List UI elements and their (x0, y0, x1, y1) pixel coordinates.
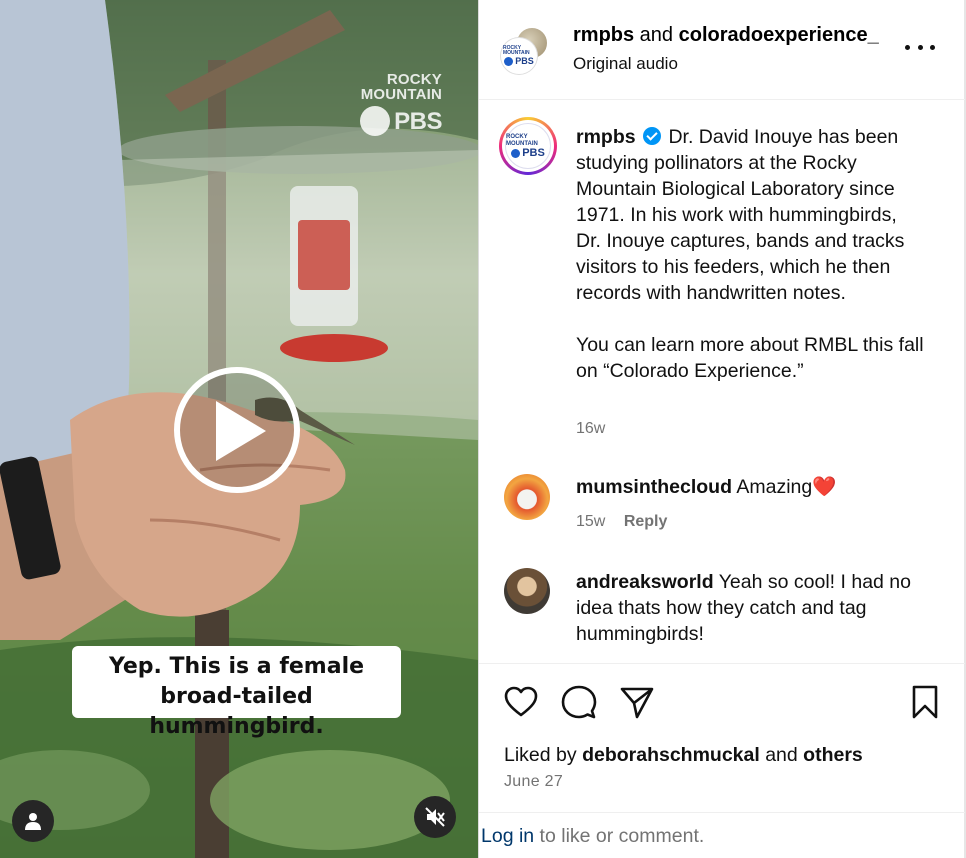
caption-line1: Yep. This is a female (108, 654, 365, 679)
likes-others-link[interactable]: others (803, 744, 863, 766)
comment-avatar[interactable] (504, 568, 550, 614)
mute-toggle-button[interactable] (414, 796, 456, 838)
more-options-button[interactable] (905, 34, 935, 60)
comment-bubble-icon (561, 685, 597, 719)
bookmark-icon (912, 685, 938, 719)
watermark-brand: PBS (394, 107, 442, 135)
save-button[interactable] (907, 684, 943, 720)
speaker-muted-icon (425, 807, 445, 827)
post-timestamp[interactable]: 16w (576, 420, 605, 438)
original-audio-link[interactable]: Original audio (573, 54, 678, 74)
divider (479, 663, 965, 664)
avatar-text-top: ROCKY MOUNTAIN (503, 45, 530, 56)
heart-emoji: ❤️ (812, 476, 837, 498)
comment-button[interactable] (561, 684, 597, 720)
likes-middle: and (759, 744, 804, 766)
video-player[interactable]: ROCKY MOUNTAIN PBS Yep. This is a female… (0, 0, 478, 858)
header-account1-link[interactable]: rmpbs (573, 24, 634, 46)
caption-paragraph1: Dr. David Inouye has been studying polli… (576, 126, 905, 304)
liker-username-link[interactable]: deborahschmuckal (582, 744, 760, 766)
comment-item: andreaksworld Yeah so cool! I had no ide… (576, 569, 936, 647)
avatar-text-top: ROCKY MOUNTAIN (506, 134, 538, 147)
post-caption: rmpbs Dr. David Inouye has been studying… (576, 124, 926, 384)
comment-username-link[interactable]: mumsinthecloud (576, 476, 732, 498)
verified-badge-icon (643, 127, 662, 145)
likes-summary: Liked by deborahschmuckal and others (504, 744, 863, 767)
play-button[interactable] (174, 367, 300, 493)
comment-avatar[interactable] (504, 474, 550, 520)
like-button[interactable] (503, 684, 539, 720)
watermark-line2: MOUNTAIN (360, 86, 442, 103)
more-dot (930, 44, 935, 50)
post-date[interactable]: June 27 (504, 773, 563, 791)
comment-timestamp[interactable]: 15w (576, 513, 605, 530)
avatar-text-brand: PBS (515, 56, 534, 66)
likes-prefix: Liked by (504, 744, 583, 766)
caption-username-link[interactable]: rmpbs (576, 126, 636, 148)
pbs-watermark: ROCKY MOUNTAIN PBS (360, 72, 442, 136)
video-caption: Yep. This is a female broad-tailed hummi… (72, 646, 401, 739)
share-button[interactable] (619, 684, 655, 720)
comment-item: mumsinthecloud Amazing❤️ (576, 474, 936, 500)
login-rest: to like or comment. (534, 825, 705, 847)
more-dot (917, 44, 923, 50)
caption-line2: broad-tailed hummingbird. (149, 684, 324, 739)
user-tag-icon (25, 813, 41, 830)
paper-plane-icon (620, 687, 654, 719)
comment-text: Amazing (736, 476, 813, 498)
tagged-users-button[interactable] (12, 800, 54, 842)
login-prompt: Log in to like or comment. (481, 825, 704, 848)
reply-button[interactable]: Reply (624, 513, 668, 530)
heart-icon (504, 686, 538, 717)
header-account2-link[interactable]: coloradoexperience_ (679, 24, 879, 46)
watermark-line1: ROCKY (386, 71, 442, 88)
post-author-avatar[interactable]: ROCKY MOUNTAIN PBS (499, 117, 557, 175)
more-horizontal-icon (905, 44, 910, 50)
collab-avatars[interactable]: ROCKY MOUNTAIN PBS (501, 26, 549, 74)
header-joiner: and (634, 24, 679, 46)
divider (479, 812, 965, 813)
pbs-logo-icon (360, 106, 391, 136)
rmpbs-avatar: ROCKY MOUNTAIN PBS (501, 38, 537, 74)
comment-username-link[interactable]: andreaksworld (576, 571, 714, 593)
avatar-text-brand: PBS (522, 147, 545, 159)
caption-paragraph2: You can learn more about RMBL this fall … (576, 334, 924, 382)
pbs-logo-icon (504, 56, 514, 66)
pbs-logo-icon (511, 148, 521, 158)
header-accounts: rmpbs and coloradoexperience_ (573, 24, 888, 47)
rmpbs-avatar-large: ROCKY MOUNTAIN PBS (505, 123, 551, 169)
comment-meta: 15w Reply (576, 513, 667, 531)
post-side-panel: ROCKY MOUNTAIN PBS rmpbs and coloradoexp… (478, 0, 966, 858)
post-header: ROCKY MOUNTAIN PBS rmpbs and coloradoexp… (479, 0, 965, 100)
login-link[interactable]: Log in (481, 825, 534, 847)
play-icon (216, 401, 266, 461)
